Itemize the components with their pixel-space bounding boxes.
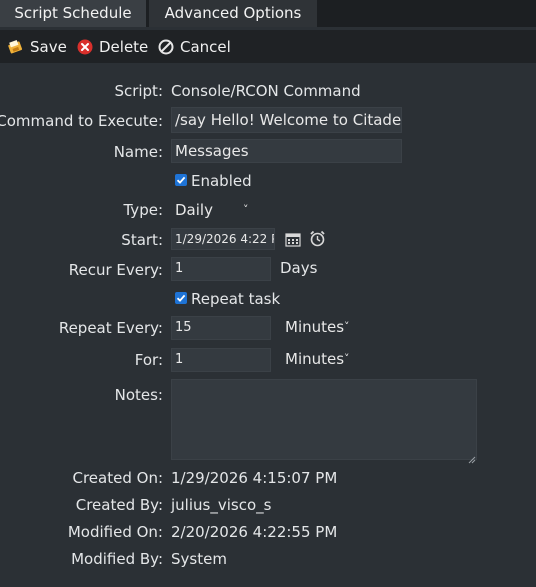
modified-by-value: System (171, 550, 227, 568)
notes-label: Notes: (114, 386, 163, 404)
enabled-label[interactable]: Enabled (191, 172, 252, 190)
alarm-clock-icon[interactable] (309, 230, 326, 247)
repeat-every-unit-select[interactable]: Minutes ˅ (282, 316, 358, 338)
for-label: For: (134, 351, 163, 369)
delete-label: Delete (99, 38, 149, 56)
repeat-task-checkbox[interactable] (175, 292, 187, 304)
type-label: Type: (123, 201, 163, 219)
for-unit-select[interactable]: Minutes ˅ (282, 348, 358, 370)
delete-icon (77, 39, 93, 55)
name-label: Name: (113, 143, 163, 161)
calendar-icon[interactable] (285, 232, 301, 247)
type-select[interactable]: Daily ˅ (171, 199, 259, 221)
repeat-task-label[interactable]: Repeat task (191, 290, 280, 308)
resize-handle-icon[interactable] (467, 450, 476, 464)
enabled-checkbox[interactable] (175, 174, 187, 186)
repeat-every-input[interactable]: 15 (171, 316, 271, 340)
start-label: Start: (121, 231, 163, 249)
tab-advanced-options[interactable]: Advanced Options (149, 0, 317, 27)
chevron-down-icon: ˅ (344, 320, 350, 333)
type-select-value: Daily (175, 201, 213, 219)
command-input[interactable]: /say Hello! Welcome to Citadel S (171, 107, 402, 133)
repeat-every-unit-value: Minutes (285, 318, 345, 336)
recur-unit-label: Days (280, 259, 318, 277)
modified-on-label: Modified On: (67, 523, 163, 541)
created-by-label: Created By: (75, 496, 163, 514)
chevron-down-icon: ˅ (344, 352, 350, 365)
cancel-icon (158, 39, 174, 55)
created-on-value: 1/29/2026 4:15:07 PM (171, 469, 338, 487)
chevron-down-icon: ˅ (243, 203, 249, 216)
script-value: Console/RCON Command (171, 82, 361, 100)
command-label: Command to Execute: (0, 112, 163, 130)
for-input[interactable]: 1 (171, 348, 271, 372)
save-icon (8, 39, 24, 55)
recur-every-label: Recur Every: (68, 261, 163, 279)
cancel-label: Cancel (180, 38, 231, 56)
notes-textarea[interactable] (171, 379, 477, 460)
tab-script-schedule[interactable]: Script Schedule (0, 0, 146, 27)
start-datetime-input[interactable]: 1/29/2026 4:22 PM (171, 228, 275, 250)
for-unit-value: Minutes (285, 350, 345, 368)
recur-every-input[interactable]: 1 (171, 257, 271, 281)
toolbar: Save Delete Cancel (0, 30, 536, 63)
name-input[interactable]: Messages (171, 139, 402, 163)
created-on-label: Created On: (72, 469, 164, 487)
script-label: Script: (114, 82, 163, 100)
modified-by-label: Modified By: (71, 550, 163, 568)
repeat-every-label: Repeat Every: (58, 319, 163, 337)
modified-on-value: 2/20/2026 4:22:55 PM (171, 523, 338, 541)
created-by-value: julius_visco_s (171, 496, 272, 514)
tab-bar: Script Schedule Advanced Options (0, 0, 536, 27)
save-label: Save (30, 38, 67, 56)
